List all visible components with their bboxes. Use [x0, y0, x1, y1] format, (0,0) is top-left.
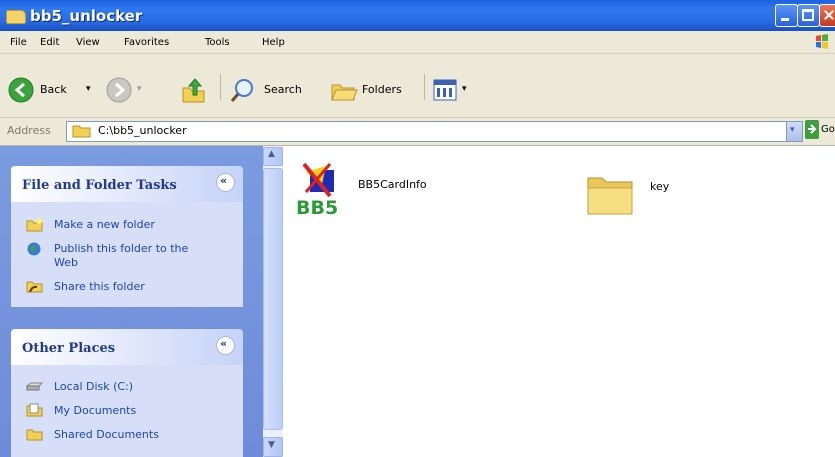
place-local-disk[interactable]: Local Disk (C:) [54, 380, 133, 394]
views-icon [433, 79, 457, 101]
shared-documents-icon [26, 429, 43, 441]
search-button[interactable]: Search [230, 77, 316, 103]
search-label: Search [264, 83, 302, 96]
collapse-button[interactable]: « [216, 173, 235, 192]
back-arrow-icon [8, 77, 34, 103]
menu-file[interactable]: File [10, 37, 27, 48]
place-my-documents[interactable]: My Documents [54, 404, 136, 418]
toolbar-separator [424, 74, 425, 100]
folders-label: Folders [362, 83, 402, 96]
go-button[interactable] [805, 120, 819, 139]
scroll-down-button[interactable]: ▼ [263, 437, 283, 457]
views-dropdown-icon[interactable]: ▾ [462, 84, 467, 94]
chevron-down-icon: ▾ [790, 125, 795, 135]
chevron-up-icon: « [220, 174, 228, 187]
task-share-folder[interactable]: Share this folder [54, 280, 145, 294]
globe-icon [27, 242, 41, 256]
toolbar-separator [220, 74, 221, 100]
chevron-up-icon: ▲ [268, 149, 275, 159]
folder-icon [587, 177, 633, 215]
maximize-button[interactable] [797, 4, 820, 27]
menu-tools[interactable]: Tools [205, 37, 230, 48]
folder-icon [6, 10, 26, 24]
scroll-up-button[interactable]: ▲ [263, 147, 283, 166]
back-button[interactable]: Back ▾ [6, 77, 98, 103]
close-button[interactable] [819, 4, 835, 27]
hard-disk-icon [26, 382, 43, 391]
bb5-app-icon: BB5 [296, 162, 338, 216]
scroll-thumb[interactable] [263, 168, 283, 430]
task-make-new-folder[interactable]: Make a new folder [54, 218, 155, 232]
chevron-up-icon: « [220, 337, 228, 350]
forward-dropdown-icon[interactable]: ▾ [137, 84, 142, 94]
minimize-button[interactable] [775, 4, 798, 27]
window-title: bb5_unlocker [30, 7, 143, 25]
address-label: Address [7, 124, 51, 137]
panel-title: File and Folder Tasks [22, 178, 177, 193]
place-shared-documents[interactable]: Shared Documents [54, 428, 159, 442]
up-folder-icon[interactable] [180, 76, 208, 104]
panel-header[interactable]: Other Places « [11, 329, 243, 365]
back-dropdown-icon[interactable]: ▾ [86, 84, 91, 94]
panel-header[interactable]: File and Folder Tasks « [11, 166, 243, 202]
search-icon [230, 79, 253, 102]
file-item-bb5cardinfo[interactable]: BB5 BB5CardInfo [296, 162, 466, 216]
panel-title: Other Places [22, 341, 116, 356]
back-label: Back [40, 83, 67, 96]
title-bar[interactable]: bb5_unlocker [0, 0, 835, 31]
collapse-button[interactable]: « [216, 336, 235, 355]
svg-text:BB5: BB5 [296, 197, 338, 216]
menu-view[interactable]: View [76, 37, 100, 48]
my-documents-icon [26, 403, 43, 417]
other-places-panel: Other Places « Local Disk (C:) My Docume… [11, 329, 243, 457]
address-dropdown-button[interactable]: ▾ [786, 121, 803, 142]
task-publish-folder[interactable]: Publish this folder to the Web [54, 242, 204, 270]
windows-logo-icon [816, 34, 828, 49]
folders-icon [331, 84, 358, 101]
task-pane: File and Folder Tasks « Make a new folde… [0, 146, 263, 457]
file-item-key[interactable]: key [584, 170, 724, 220]
menu-edit[interactable]: Edit [40, 37, 59, 48]
folder-icon [72, 125, 91, 138]
file-name: BB5CardInfo [358, 178, 427, 191]
menu-favorites[interactable]: Favorites [124, 37, 169, 48]
explorer-window: bb5_unlocker File Edit View Favorites To… [0, 0, 835, 457]
go-label[interactable]: Go [821, 124, 835, 135]
new-folder-icon [26, 218, 43, 232]
file-name: key [650, 180, 670, 193]
chevron-down-icon: ▼ [268, 440, 275, 450]
file-folder-tasks-panel: File and Folder Tasks « Make a new folde… [11, 166, 243, 307]
views-button[interactable]: ▾ [432, 77, 484, 103]
go-arrow-icon [808, 124, 817, 134]
menu-help[interactable]: Help [262, 37, 285, 48]
address-path: C:\bb5_unlocker [98, 124, 187, 137]
folders-button[interactable]: Folders [330, 77, 420, 103]
forward-button[interactable]: ▾ [106, 77, 158, 103]
forward-arrow-icon [106, 77, 132, 103]
share-folder-icon [26, 281, 43, 293]
